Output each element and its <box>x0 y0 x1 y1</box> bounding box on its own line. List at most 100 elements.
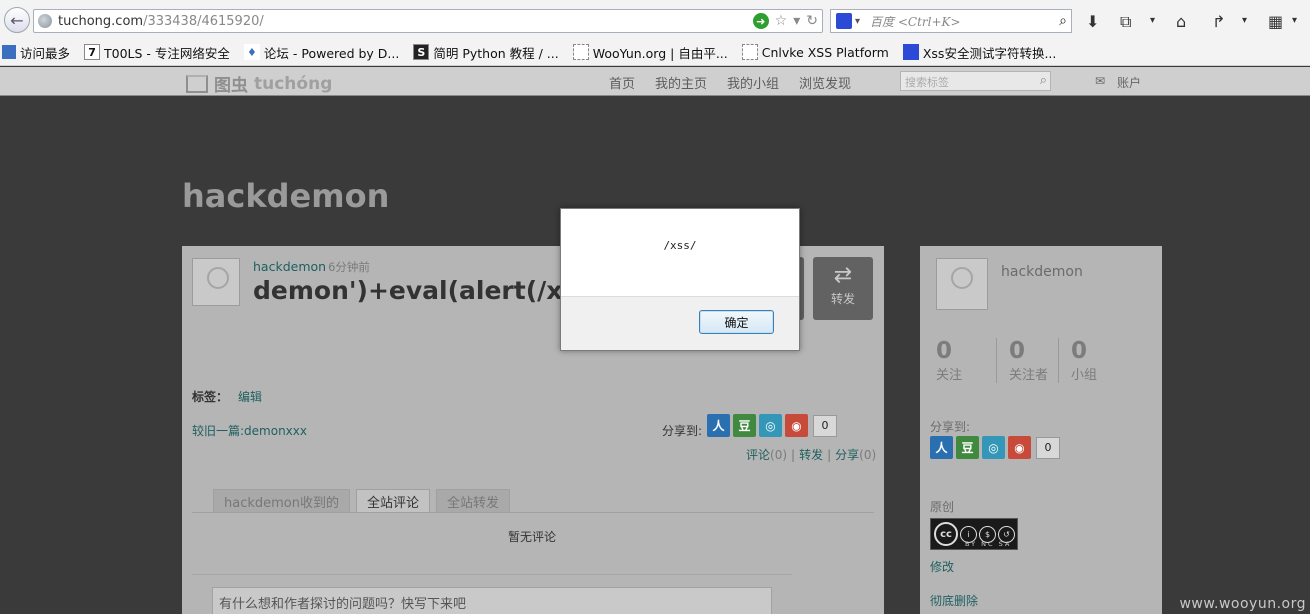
license-label: 原创 <box>930 500 955 514</box>
repost-link[interactable]: 转发 <box>799 448 823 462</box>
site-header: 图虫 tuchóng 首页 我的主页 我的小组 浏览发现 搜索标签 ⌕ ✉ 账户 <box>0 67 1310 96</box>
qq-share-icon[interactable]: ◎ <box>759 414 783 437</box>
bookmark-item[interactable]: 访问最多 <box>2 43 70 62</box>
logo-mark-icon <box>186 74 208 93</box>
divider <box>192 512 874 513</box>
renren-share-icon[interactable]: 人 <box>930 436 953 459</box>
tools-icon: 7 <box>84 44 101 60</box>
screenshot-icon[interactable]: ⧉ <box>1120 12 1131 32</box>
avatar[interactable] <box>192 258 240 306</box>
browser-toolbar: ← tuchong.com/333438/4615920/ ➜ ☆ ▾ ↻ ▾ … <box>0 0 1310 66</box>
cc-icon: cc <box>934 522 958 546</box>
share-icon[interactable]: ↱ <box>1212 12 1225 31</box>
alert-message: /xss/ <box>663 239 697 252</box>
stat-groups[interactable]: 0 小组 <box>1058 338 1120 383</box>
stat-following[interactable]: 0 关注 <box>934 338 996 383</box>
arrow-left-icon: ← <box>10 10 24 30</box>
license-caption: BY NC SA <box>965 540 1012 548</box>
bookmark-item[interactable]: Xss安全测试字符转换... <box>902 43 1056 62</box>
browser-search-box[interactable]: ▾ 百度 <Ctrl+K> ⌕ <box>830 9 1072 33</box>
main-content: hackdemon hackdemon 6分钟前 demon')+eval(ale… <box>0 97 1310 614</box>
tab-site-comments[interactable]: 全站评论 <box>356 489 431 512</box>
chevron-down-icon[interactable]: ▾ <box>1242 15 1247 26</box>
tuchong-logo[interactable]: 图虫 tuchóng <box>186 71 332 96</box>
douban-share-icon[interactable]: 豆 <box>733 414 757 437</box>
older-post-link[interactable]: 较旧一篇:demonxxx <box>192 422 307 439</box>
nav-home[interactable]: 首页 <box>609 73 635 92</box>
go-icon[interactable]: ➜ <box>752 13 769 29</box>
divider <box>192 574 792 575</box>
download-icon[interactable]: ⬇ <box>1086 12 1099 31</box>
qq-share-icon[interactable]: ◎ <box>982 436 1005 459</box>
chevron-down-icon[interactable]: ▾ <box>855 16 860 27</box>
tags-label: 标签： <box>192 390 229 404</box>
chevron-down-icon[interactable]: ▾ <box>793 13 800 29</box>
sidebar-share-label: 分享到: <box>930 420 971 434</box>
tab-received[interactable]: hackdemon收到的 <box>213 489 350 512</box>
share-count: 0 <box>813 414 838 437</box>
page-icon <box>572 44 589 60</box>
tab-site-reposts[interactable]: 全站转发 <box>436 489 511 512</box>
share-link[interactable]: 分享 <box>835 448 859 462</box>
post-title: demon')+eval(alert(/xss/ <box>253 276 602 305</box>
bookmark-item[interactable]: S 简明 Python 教程 / ... <box>413 43 559 62</box>
delete-post-link[interactable]: 彻底删除 <box>930 592 978 609</box>
baidu-logo-icon <box>836 13 852 29</box>
repost-icon: ⇄ <box>833 263 853 288</box>
post-author: hackdemon 6分钟前 <box>253 259 370 275</box>
weibo-share-icon[interactable]: ◉ <box>785 414 809 437</box>
profile-username: hackdemon <box>182 177 390 215</box>
search-placeholder: 百度 <Ctrl+K> <box>870 14 961 29</box>
renren-share-icon[interactable]: 人 <box>707 414 731 437</box>
bookmark-item[interactable]: ♦ 论坛 - Powered by D... <box>243 43 399 62</box>
address-bar[interactable]: tuchong.com/333438/4615920/ ➜ ☆ ▾ ↻ <box>33 9 823 33</box>
search-icon[interactable]: ⌕ <box>1040 73 1047 88</box>
chevron-down-icon[interactable]: ▾ <box>1292 15 1297 26</box>
back-button[interactable]: ← <box>4 7 30 33</box>
post-actions: 评论(0) | 转发 | 分享(0) <box>746 448 877 462</box>
creative-commons-badge[interactable]: cc i $ ↺ BY NC SA <box>930 518 1018 550</box>
nav-my-page[interactable]: 我的主页 <box>655 73 707 92</box>
shield-icon: ♦ <box>243 44 260 60</box>
bookmark-item[interactable]: 7 T00LS - 专注网络安全 <box>84 43 230 62</box>
tag-search-input[interactable]: 搜索标签 ⌕ <box>900 71 1051 91</box>
home-icon[interactable]: ⌂ <box>1176 12 1186 31</box>
nav-discover[interactable]: 浏览发现 <box>799 73 851 92</box>
alert-dialog: /xss/ 确定 <box>560 208 800 351</box>
author-link[interactable]: hackdemon <box>253 259 326 274</box>
mail-icon[interactable]: ✉ <box>1095 74 1105 88</box>
reload-icon[interactable]: ↻ <box>806 13 818 29</box>
star-icon[interactable]: ☆ <box>775 13 788 29</box>
edit-post-link[interactable]: 修改 <box>930 558 954 575</box>
stat-followers[interactable]: 0 关注者 <box>996 338 1058 383</box>
avatar[interactable] <box>936 258 988 310</box>
sidebar-share-bar: 人 豆 ◎ ◉ 0 <box>930 436 1060 459</box>
edit-tags-link[interactable]: 编辑 <box>238 390 262 404</box>
page-icon <box>741 44 758 60</box>
repost-button[interactable]: ⇄ 转发 <box>813 257 873 320</box>
sidebar-username[interactable]: hackdemon <box>1001 264 1083 280</box>
apps-icon[interactable]: ▦ <box>1268 12 1283 31</box>
ok-button[interactable]: 确定 <box>699 310 774 334</box>
url-text: tuchong.com/333438/4615920/ <box>58 13 264 29</box>
share-count: 0 <box>1036 436 1060 459</box>
tags-row: 标签： 编辑 <box>192 388 262 405</box>
bookmark-folder-icon <box>2 45 16 59</box>
chevron-down-icon[interactable]: ▾ <box>1150 15 1155 26</box>
nav-my-groups[interactable]: 我的小组 <box>727 73 779 92</box>
navigation-row: ← tuchong.com/333438/4615920/ ➜ ☆ ▾ ↻ ▾ … <box>0 6 1310 36</box>
no-comment-text: 暂无评论 <box>508 530 557 544</box>
bookmark-item[interactable]: Cnlvke XSS Platform <box>741 44 889 60</box>
comment-input[interactable]: 有什么想和作者探讨的问题吗？快写下来吧 <box>212 587 772 614</box>
comment-link[interactable]: 评论 <box>746 448 770 462</box>
bookmark-item[interactable]: WooYun.org | 自由平... <box>572 43 728 62</box>
globe-icon <box>38 14 52 28</box>
account-link[interactable]: 账户 <box>1117 74 1141 91</box>
douban-share-icon[interactable]: 豆 <box>956 436 979 459</box>
site-nav: 首页 我的主页 我的小组 浏览发现 <box>609 73 851 92</box>
watermark: www.wooyun.org <box>1179 596 1306 612</box>
post-time: 6分钟前 <box>328 260 370 274</box>
search-icon[interactable]: ⌕ <box>1059 13 1067 29</box>
s-logo-icon: S <box>413 44 430 60</box>
weibo-share-icon[interactable]: ◉ <box>1008 436 1031 459</box>
